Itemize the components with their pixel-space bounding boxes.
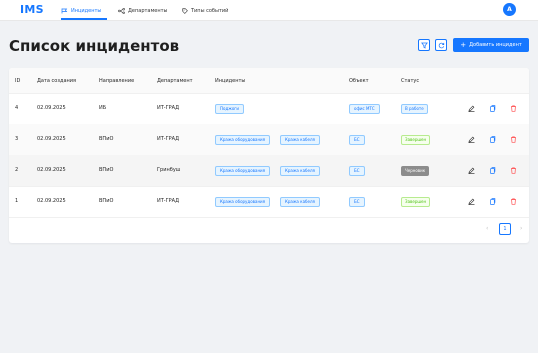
cell-department: ИТ-ГРАД bbox=[157, 105, 179, 111]
nav-departments[interactable]: Департаменты bbox=[118, 6, 167, 16]
incident-tag: Поджоги bbox=[215, 104, 244, 114]
table-row[interactable]: 2 02.09.2025 ВПиО Гринбуш Кража оборудов… bbox=[9, 155, 529, 187]
cell-department: Гринбуш bbox=[157, 167, 181, 173]
edit-button[interactable] bbox=[466, 165, 476, 175]
pencil-icon bbox=[468, 167, 474, 174]
column-header-direction[interactable]: Направление bbox=[99, 78, 134, 84]
cell-created: 02.09.2025 bbox=[37, 136, 66, 142]
nav-event-types-label: Типы событий bbox=[191, 8, 229, 14]
edit-button[interactable] bbox=[466, 196, 476, 206]
nav-departments-label: Департаменты bbox=[128, 8, 168, 14]
delete-button[interactable] bbox=[508, 103, 518, 113]
cell-direction: ВПиО bbox=[99, 167, 114, 173]
pagination-prev-button[interactable]: ‹ bbox=[486, 225, 488, 232]
status-badge: Завершен bbox=[401, 135, 431, 145]
cell-direction: ИБ bbox=[99, 105, 107, 111]
branches-icon bbox=[118, 8, 125, 14]
incident-tag: Кража оборудования bbox=[215, 135, 271, 145]
column-header-id[interactable]: ID bbox=[15, 78, 20, 84]
column-header-incidents[interactable]: Инциденты bbox=[215, 78, 245, 84]
table-row[interactable]: 4 02.09.2025 ИБ ИТ-ГРАД Поджоги офис МТС… bbox=[9, 93, 529, 125]
pencil-icon bbox=[468, 198, 474, 205]
cell-created: 02.09.2025 bbox=[37, 198, 66, 204]
trash-icon bbox=[510, 135, 516, 143]
cell-created: 02.09.2025 bbox=[37, 167, 66, 173]
incident-tag: Кража оборудования bbox=[215, 166, 271, 176]
column-header-object[interactable]: Объект bbox=[349, 78, 369, 84]
refresh-icon bbox=[438, 42, 444, 48]
nav-event-types[interactable]: Типы событий bbox=[182, 6, 228, 16]
copy-button[interactable] bbox=[487, 196, 497, 206]
add-incident-label: Добавить инцидент bbox=[469, 42, 522, 48]
nav-active-indicator bbox=[61, 18, 107, 20]
cell-department: ИТ-ГРАД bbox=[157, 136, 179, 142]
nav-incidents[interactable]: Инциденты bbox=[61, 6, 101, 16]
object-tag: БС bbox=[349, 135, 365, 145]
plus-icon: + bbox=[460, 40, 467, 49]
tag-icon bbox=[182, 8, 188, 14]
cell-direction: ВПиО bbox=[99, 198, 114, 204]
refresh-button[interactable] bbox=[435, 39, 447, 51]
copy-icon bbox=[489, 197, 495, 205]
column-header-department[interactable]: Департамент bbox=[157, 78, 193, 84]
trash-icon bbox=[510, 166, 516, 174]
pencil-icon bbox=[468, 105, 474, 112]
status-badge: Черновик bbox=[401, 166, 430, 176]
pagination-page-current[interactable]: 1 bbox=[499, 223, 511, 235]
status-badge: Завершен bbox=[401, 197, 431, 207]
table-row[interactable]: 3 02.09.2025 ВПиО ИТ-ГРАД Кража оборудов… bbox=[9, 124, 529, 156]
delete-button[interactable] bbox=[508, 134, 518, 144]
delete-button[interactable] bbox=[508, 165, 518, 175]
copy-icon bbox=[489, 166, 495, 174]
copy-button[interactable] bbox=[487, 103, 497, 113]
trash-icon bbox=[510, 197, 516, 205]
copy-icon bbox=[489, 104, 495, 112]
copy-button[interactable] bbox=[487, 134, 497, 144]
pencil-icon bbox=[468, 136, 474, 143]
cell-id: 2 bbox=[15, 167, 19, 173]
status-badge: В работе bbox=[401, 104, 428, 114]
incident-tag: Кража кабеля bbox=[280, 197, 320, 207]
page-title: Список инцидентов bbox=[9, 37, 180, 55]
app-logo[interactable]: IMS bbox=[20, 3, 44, 16]
add-incident-button[interactable]: + Добавить инцидент bbox=[453, 38, 529, 52]
delete-button[interactable] bbox=[508, 196, 518, 206]
incident-tag: Кража кабеля bbox=[280, 166, 320, 176]
incident-tag: Кража кабеля bbox=[280, 135, 320, 145]
copy-icon bbox=[489, 135, 495, 143]
filter-button[interactable] bbox=[418, 39, 430, 51]
cell-created: 02.09.2025 bbox=[37, 105, 66, 111]
table-row[interactable]: 1 02.09.2025 ВПиО ИТ-ГРАД Кража оборудов… bbox=[9, 186, 529, 218]
user-avatar[interactable]: A bbox=[503, 3, 516, 16]
nav-incidents-label: Инциденты bbox=[71, 8, 102, 14]
incident-tag: Кража оборудования bbox=[215, 197, 271, 207]
edit-button[interactable] bbox=[466, 103, 476, 113]
object-tag: БС bbox=[349, 166, 365, 176]
trash-icon bbox=[510, 104, 516, 112]
flag-icon bbox=[61, 8, 68, 14]
incidents-table-card: ID Дата создания Направление Департамент… bbox=[9, 68, 529, 243]
column-header-status[interactable]: Статус bbox=[401, 78, 419, 84]
top-navigation-bar: IMS Инциденты Департаменты Типы событий … bbox=[0, 0, 538, 21]
cell-department: ИТ-ГРАД bbox=[157, 198, 179, 204]
object-tag: БС bbox=[349, 197, 365, 207]
pagination-next-button[interactable]: › bbox=[520, 225, 522, 232]
copy-button[interactable] bbox=[487, 165, 497, 175]
cell-direction: ВПиО bbox=[99, 136, 114, 142]
cell-id: 4 bbox=[15, 105, 19, 111]
edit-button[interactable] bbox=[466, 134, 476, 144]
table-header: ID Дата создания Направление Департамент… bbox=[9, 68, 529, 94]
object-tag: офис МТС bbox=[349, 104, 380, 114]
filter-icon bbox=[420, 42, 428, 49]
cell-id: 3 bbox=[15, 136, 19, 142]
column-header-created[interactable]: Дата создания bbox=[37, 78, 76, 84]
cell-id: 1 bbox=[15, 198, 19, 204]
